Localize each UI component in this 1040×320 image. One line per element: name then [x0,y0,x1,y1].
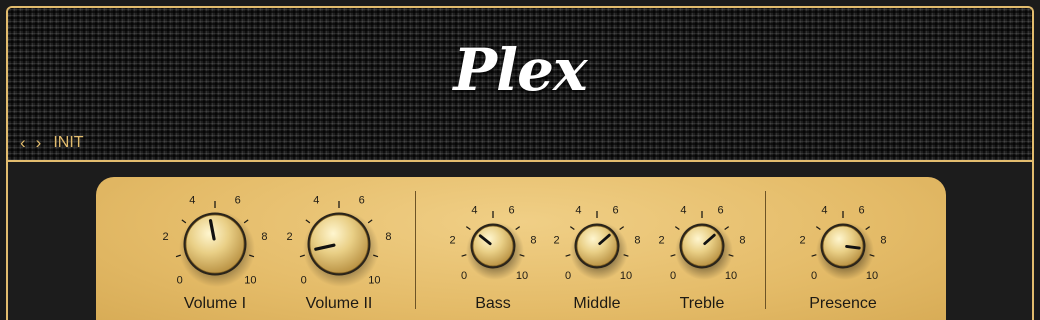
scale-label: 2 [449,235,455,247]
scale-label: 8 [385,231,391,243]
grille-divider [8,160,1032,162]
scale-tick [811,254,817,257]
knob-cap [822,225,864,267]
scale-tick [515,226,521,231]
knob-label: Presence [809,295,877,312]
preset-selector: ‹ › INIT [20,134,84,152]
scale-label: 2 [553,235,559,247]
knob-cap [472,225,514,267]
scale-label: 6 [359,194,365,206]
scale-tick [619,226,625,231]
scale-tick [243,219,249,224]
brand-logo: Plex [453,36,587,104]
scale-tick [569,226,575,231]
section-divider [415,191,416,309]
scale-label: 6 [613,204,619,216]
scale-label: 6 [235,194,241,206]
scale-tick [305,219,311,224]
scale-label: 10 [368,274,380,286]
scale-label: 0 [461,270,467,282]
knob-label: Volume I [183,295,247,312]
scale-label: 2 [287,231,293,243]
scale-tick [461,254,467,257]
scale-label: 0 [565,270,571,282]
scale-tick [865,226,871,231]
knob-label: Treble [679,295,725,312]
knob-cap [681,225,723,267]
scale-label: 6 [718,204,724,216]
knob-pointer [845,245,861,250]
preset-name[interactable]: INIT [53,134,83,152]
scale-label: 8 [261,231,267,243]
knob-cap [576,225,618,267]
scale-label: 2 [658,235,664,247]
scale-label: 10 [244,274,256,286]
scale-label: 4 [189,194,195,206]
scale-tick [565,254,571,257]
scale-label: 10 [866,270,878,282]
scale-tick [367,219,373,224]
scale-label: 0 [670,270,676,282]
scale-label: 2 [163,231,169,243]
scale-label: 8 [739,235,745,247]
scale-tick [815,226,821,231]
scale-tick [670,254,676,257]
scale-label: 4 [313,194,319,206]
scale-tick [465,226,471,231]
knob-cap [185,214,245,274]
control-panel: 0 2 4 6 8 10 Volume I 0 2 4 6 8 10 Volume II 0 2 4 6 8… [96,177,946,320]
chevron-right-icon[interactable]: › [36,134,42,151]
knob-label: Volume II [305,295,373,312]
scale-label: 6 [859,204,865,216]
scale-label: 6 [509,204,515,216]
scale-label: 4 [575,204,581,216]
scale-label: 0 [177,274,183,286]
scale-label: 0 [811,270,817,282]
scale-label: 4 [821,204,827,216]
scale-label: 10 [620,270,632,282]
scale-label: 2 [799,235,805,247]
scale-tick [181,219,187,224]
scale-label: 0 [301,274,307,286]
amp-frame: Plex ‹ › INIT 0 2 4 6 8 10 Volume I 0 2 4 6 8 10 V… [6,6,1034,320]
scale-tick [674,226,680,231]
scale-label: 4 [680,204,686,216]
scale-label: 4 [471,204,477,216]
scale-label: 8 [880,235,886,247]
scale-label: 10 [725,270,737,282]
chevron-left-icon[interactable]: ‹ [20,134,26,151]
knob-cap [309,214,369,274]
scale-tick [724,226,730,231]
